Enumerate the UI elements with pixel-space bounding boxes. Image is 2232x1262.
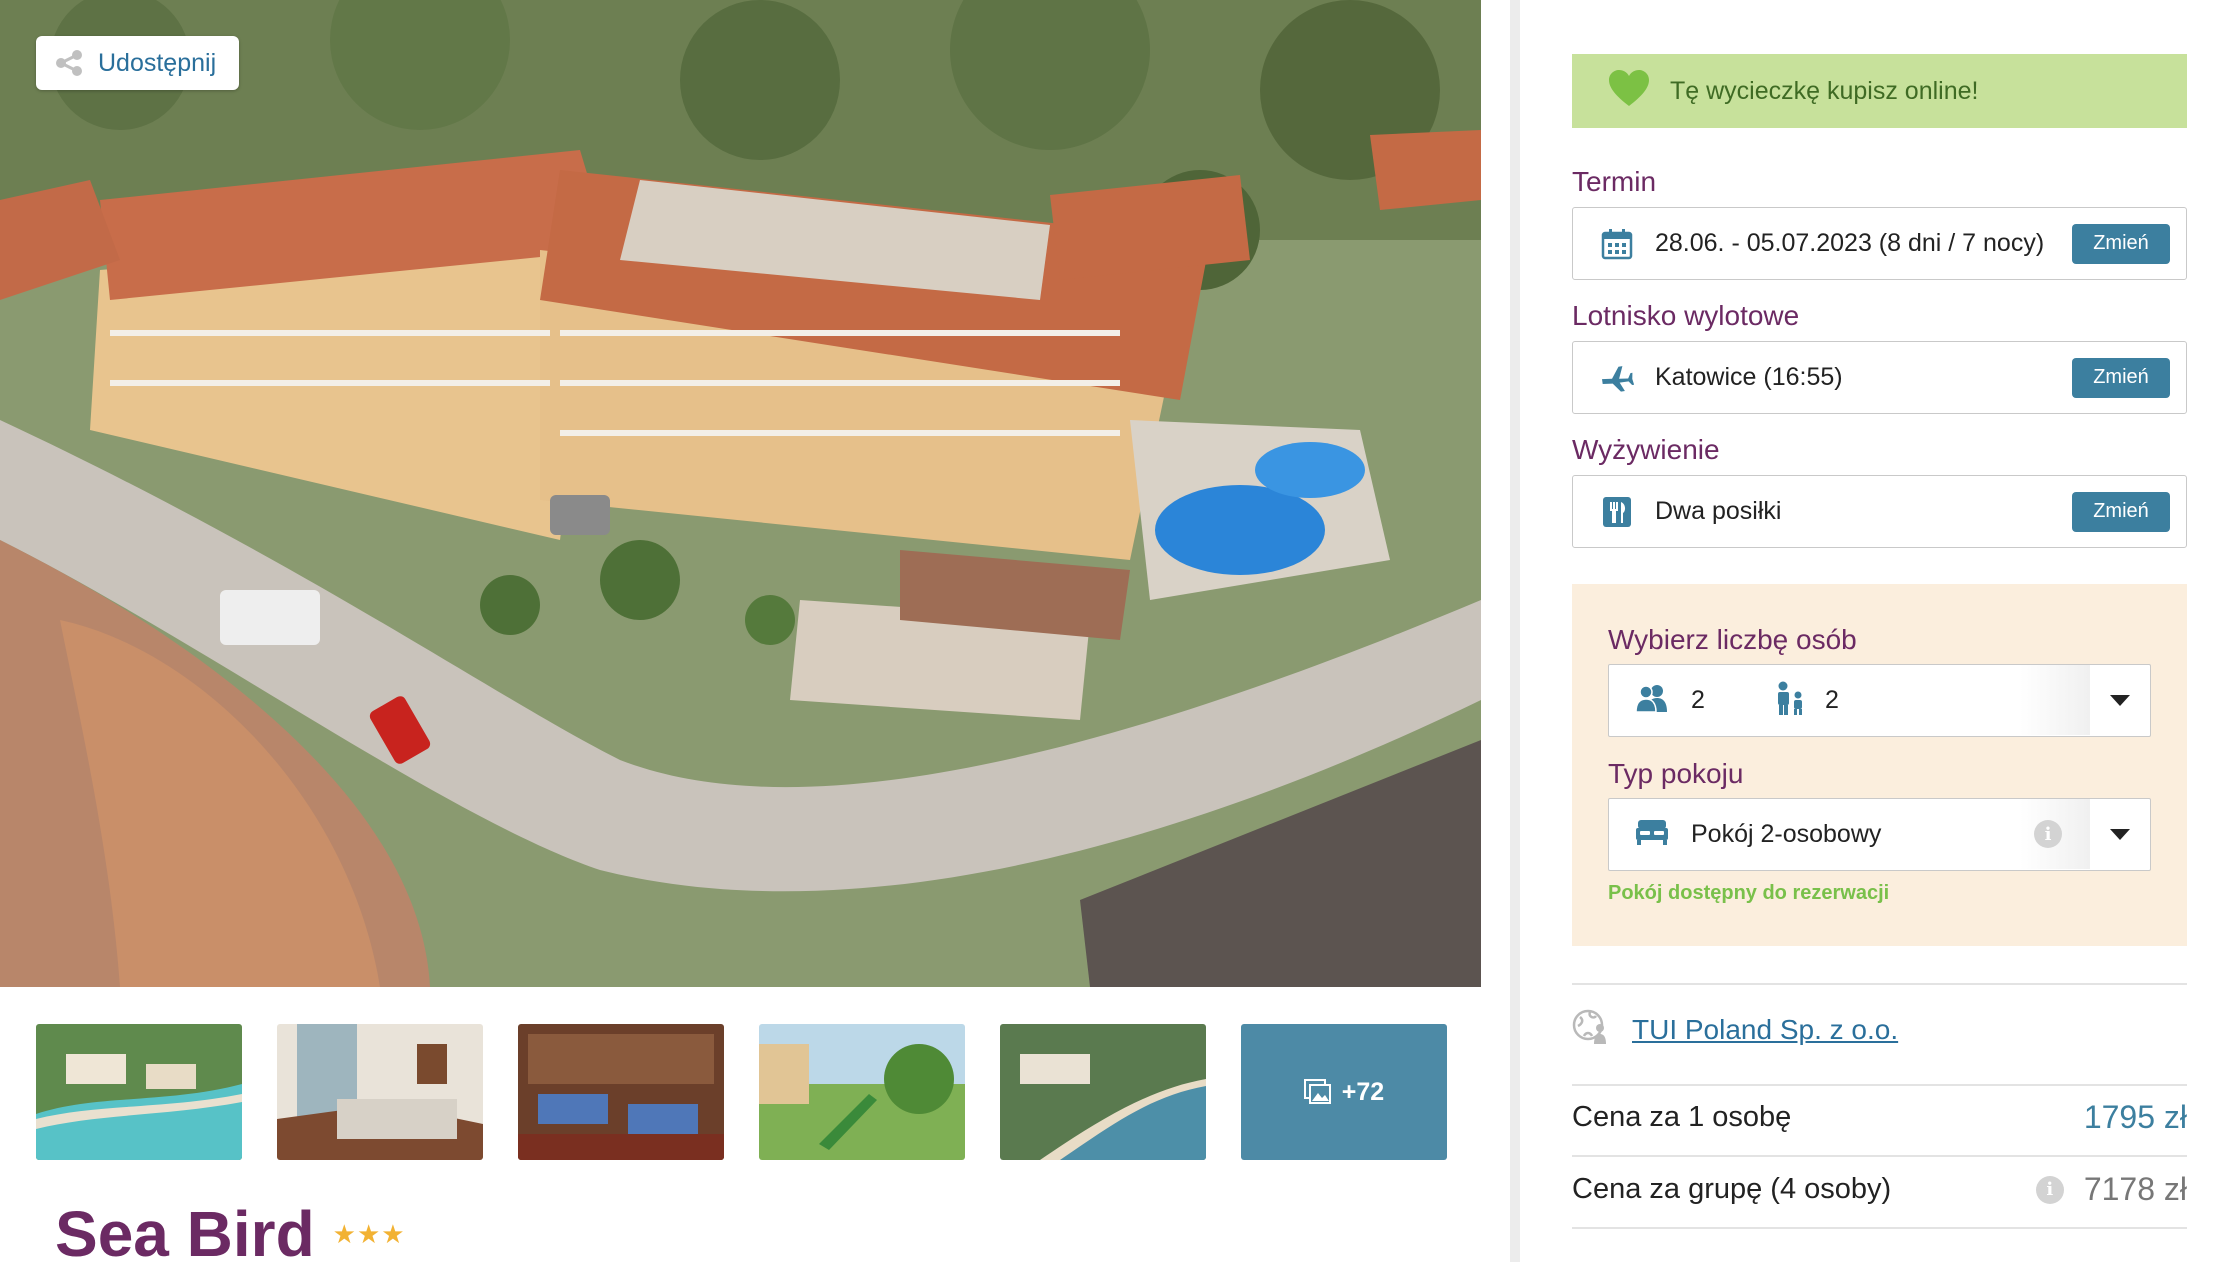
persons-select[interactable]: 2 2 [1608,664,2151,737]
children-count: 2 [1825,686,1839,714]
hotel-gallery-column: Udostępnij +72 Sea Bird ★★★ [0,0,1510,1262]
adults-icon [1635,683,1669,718]
change-board-button[interactable]: Zmień [2072,491,2170,532]
globe-person-icon [1572,1008,1610,1051]
chevron-down-icon [2090,665,2150,735]
divider [1572,1084,2187,1086]
hotel-stars: ★★★ [332,1218,406,1249]
gallery-thumbnail[interactable] [36,1024,242,1160]
cutlery-icon [1599,494,1635,530]
term-label: Termin [1572,166,1657,197]
term-value: 28.06. - 05.07.2023 (8 dni / 7 nocy) [1655,229,2045,257]
gallery-more-count: +72 [1341,1077,1385,1106]
price-info-icon[interactable]: i [2035,1175,2064,1204]
airport-field: Katowice (16:55) Zmień [1572,341,2187,414]
persons-room-box: Wybierz liczbę osób 2 2 Typ pokoju Pokój… [1572,584,2187,946]
gallery-thumbnail[interactable] [277,1024,483,1160]
hotel-name: Sea Bird [55,1198,315,1262]
gallery-thumbnail[interactable] [518,1024,724,1160]
hotel-title: Sea Bird ★★★ [55,1197,406,1262]
change-airport-button[interactable]: Zmień [2072,357,2170,398]
page: Udostępnij +72 Sea Bird ★★★ Tę wycieczkę… [0,0,2232,1262]
price-per-person-row: Cena za 1 osobę 1795 zł [1572,1099,2187,1136]
price-per-person-label: Cena za 1 osobę [1572,1101,1792,1133]
heart-icon [1608,69,1650,113]
price-per-person-value: 1795 zł [2083,1099,2187,1135]
operator-link[interactable]: TUI Poland Sp. z o.o. [1632,1014,1898,1046]
chevron-down-icon [2090,799,2150,869]
board-value: Dwa posiłki [1655,497,1782,525]
room-type-label: Typ pokoju [1608,758,1744,789]
airport-label: Lotnisko wylotowe [1572,300,1800,331]
change-term-button[interactable]: Zmień [2072,223,2170,264]
price-group-label: Cena za grupę (4 osoby) [1572,1173,1892,1205]
airport-value: Katowice (16:55) [1655,363,1843,391]
persons-label: Wybierz liczbę osób [1608,624,1857,655]
gallery-more-button[interactable]: +72 [1241,1024,1447,1160]
plane-icon [1599,360,1635,396]
gallery-thumbnails: +72 [36,1024,1447,1160]
board-label: Wyżywienie [1572,434,1720,465]
room-info-icon[interactable]: i [2034,820,2062,848]
hero-photo[interactable]: Udostępnij [0,0,1481,987]
share-button[interactable]: Udostępnij [36,36,239,90]
divider [1572,1227,2187,1229]
share-label: Udostępnij [98,48,217,77]
price-group-row: Cena za grupę (4 osoby) i 7178 zł [1572,1171,2187,1208]
room-type-value: Pokój 2-osobowy [1691,820,1882,848]
price-group-value: 7178 zł [2083,1171,2187,1207]
online-banner-text: Tę wycieczkę kupisz online! [1670,76,1979,105]
children-icon [1773,681,1807,720]
adults-count: 2 [1691,686,1705,714]
online-purchase-banner: Tę wycieczkę kupisz online! [1572,54,2187,128]
room-availability: Pokój dostępny do rezerwacji [1608,882,1890,904]
gallery-icon [1303,1079,1332,1105]
calendar-icon [1599,226,1635,262]
divider [1572,983,2187,985]
booking-panel: Tę wycieczkę kupisz online! Termin 28.06… [1520,0,2232,1262]
bed-icon [1635,818,1669,851]
gallery-thumbnail[interactable] [1000,1024,1206,1160]
share-icon [54,48,84,78]
gallery-thumbnail[interactable] [759,1024,965,1160]
divider [1572,1155,2187,1157]
room-type-select[interactable]: Pokój 2-osobowy i [1608,798,2151,871]
tour-operator: TUI Poland Sp. z o.o. [1572,1008,1898,1051]
term-field: 28.06. - 05.07.2023 (8 dni / 7 nocy) Zmi… [1572,207,2187,280]
board-field: Dwa posiłki Zmień [1572,475,2187,548]
